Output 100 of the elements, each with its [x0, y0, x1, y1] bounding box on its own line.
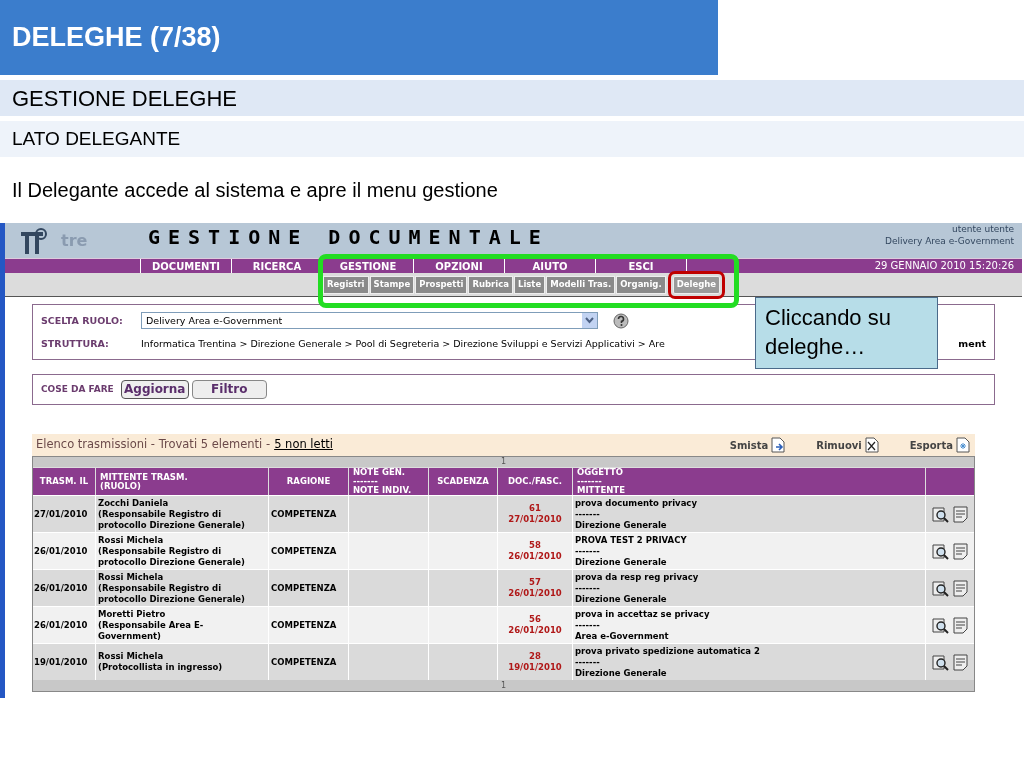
subject: prova privato spedizione automatica 2 [575, 645, 761, 657]
unread-link[interactable]: 5 non letti [274, 436, 333, 454]
submenu-item[interactable]: Organig. [616, 275, 666, 294]
table-row[interactable]: 19/01/2010 Rossi Michela (Protocollista in ingresso) COMPETENZA 28 19/01/2010 prova privato spedizione automatica 2 ------- Direzione Generale [33, 643, 974, 680]
doc-number: 56 [529, 614, 541, 625]
view-document-icon[interactable] [932, 505, 949, 523]
notes-icon[interactable] [953, 653, 968, 671]
role-label: SCELTA RUOLO: [41, 313, 124, 328]
subject: prova in accettaz se privacy [575, 608, 711, 620]
sender-name: Moretti Pietro [98, 608, 167, 620]
submenu-item[interactable]: Modelli Tras. [546, 275, 616, 294]
header-text: ------- [353, 477, 379, 486]
forward-document-icon [770, 437, 787, 453]
header-text: ------- [577, 477, 603, 486]
header-text: NOTE GEN. [353, 468, 407, 477]
sender-office: Area e-Government [575, 630, 670, 642]
toolbar-button[interactable]: Filtro [191, 380, 267, 399]
subject: prova documento privacy [575, 497, 698, 509]
submenu-item[interactable]: Rubrica [468, 275, 513, 294]
table-row[interactable]: 26/01/2010 Rossi Michela (Responsabile Registro di protocollo Direzione Generale) COMPETENZA 58 26/01/2010 PROVA TEST 2 PRIVACY ------- Direzione Generale [33, 532, 974, 569]
sender-office: Direzione Generale [575, 667, 668, 679]
sender-role: (Responsabile Registro di protocollo Direzione Generale) [98, 545, 246, 568]
separator-text: ------- [575, 619, 601, 631]
submenu-item[interactable]: Liste [513, 275, 546, 294]
sender-name: Zocchi Daniela [98, 497, 170, 509]
remove-document-icon [863, 437, 880, 453]
slide-title: DELEGHE (7/38) [12, 21, 221, 55]
header-text: MITTENTE [577, 486, 626, 495]
doc-date: 26/01/2010 [508, 588, 562, 599]
table-cell: 26/01/2010 [34, 582, 88, 594]
header-text: MITTENTE TRASM. [100, 472, 189, 482]
sender-name: Rossi Michela [98, 571, 165, 583]
header-text: SCADENZA [437, 477, 489, 486]
separator-text: ------- [575, 656, 601, 668]
todo-label: COSE DA FARE [41, 382, 114, 396]
section-title: GESTIONE DELEGHE [12, 84, 237, 113]
help-icon[interactable] [613, 312, 629, 329]
subject: prova da resp reg privacy [575, 571, 700, 583]
sender-role: (Responsabile Area E-Government) [98, 619, 205, 642]
toolbar-button[interactable]: Aggiorna [120, 380, 189, 399]
submenu-item[interactable]: Registri [323, 275, 369, 294]
submenu-item[interactable]: Prospetti [415, 275, 468, 294]
doc-number: 28 [529, 651, 541, 662]
structure-label: STRUTTURA: [41, 337, 110, 352]
sender-role: (Responsabile Registro di protocollo Direzione Generale) [98, 582, 246, 605]
slide-text: Il Delegante accede al sistema e apre il menu gestione [12, 178, 498, 203]
header-text: OGGETTO [577, 468, 624, 477]
table-row[interactable]: 26/01/2010 Rossi Michela (Responsabile Registro di protocollo Direzione Generale) COMPETENZA 57 26/01/2010 prova da resp reg privacy ------- Direzione Generale [33, 569, 974, 606]
notes-icon[interactable] [953, 579, 968, 597]
callout-text: Cliccando su deleghe… [765, 305, 891, 359]
sender-office: Direzione Generale [575, 519, 668, 531]
table-row[interactable]: 26/01/2010 Moretti Pietro (Responsabile Area E-Government) COMPETENZA 56 26/01/2010 prova in accettaz se privacy ------- Area e-Government [33, 606, 974, 643]
view-document-icon[interactable] [932, 616, 949, 634]
header-text: TRASM. IL [39, 477, 89, 486]
sender-role: (Responsabile Registro di protocollo Direzione Generale) [98, 508, 246, 531]
structure-path-end: ment [958, 337, 986, 352]
notes-icon[interactable] [953, 542, 968, 560]
separator-text: ------- [575, 545, 601, 557]
table-cell: COMPETENZA [271, 582, 337, 594]
subject: PROVA TEST 2 PRIVACY [575, 534, 688, 546]
view-document-icon[interactable] [932, 653, 949, 671]
list-action[interactable]: Esporta [909, 437, 971, 453]
subsection-title: LATO DELEGANTE [12, 126, 181, 151]
export-document-icon [955, 437, 971, 453]
doc-number: 58 [529, 540, 541, 551]
structure-path: Informatica Trentina > Direzione Generale > Pool di Segreteria > Direzione Sviluppi e Servizi Applicativi > Are [141, 337, 665, 352]
doc-number: 61 [529, 503, 541, 514]
view-document-icon[interactable] [932, 579, 949, 597]
submenu-item[interactable]: Stampe [369, 275, 415, 294]
dropdown-icon [582, 313, 597, 329]
table-cell: COMPETENZA [271, 619, 337, 631]
user-name: utente utente [952, 223, 1014, 235]
doc-date: 26/01/2010 [508, 551, 562, 562]
doc-date: 27/01/2010 [508, 514, 562, 525]
table-cell: COMPETENZA [271, 545, 337, 557]
list-title: Elenco trasmissioni - Trovati 5 elementi - [36, 436, 271, 454]
header-text: NOTE INDIV. [353, 486, 413, 495]
view-document-icon[interactable] [932, 542, 949, 560]
sender-name: Rossi Michela [98, 651, 165, 662]
table-cell: 19/01/2010 [34, 656, 88, 668]
sender-office: Direzione Generale [575, 593, 668, 605]
sender-role: (Protocollista in ingresso) [98, 662, 224, 673]
notes-icon[interactable] [953, 616, 968, 634]
app-title: GESTIONE DOCUMENTALE [148, 224, 549, 251]
page-number: 1 [500, 680, 507, 691]
doc-date: 19/01/2010 [508, 662, 562, 673]
header-text: RAGIONE [286, 477, 331, 486]
page-number: 1 [500, 457, 507, 467]
doc-date: 26/01/2010 [508, 625, 562, 636]
list-action[interactable]: Rimuovi [816, 437, 880, 453]
date-time: 29 GENNAIO 2010 15:20:26 [874, 259, 1014, 273]
header-text: DOC./FASC. [508, 477, 562, 486]
separator-text: ------- [575, 508, 601, 520]
role-select[interactable]: Delivery Area e-Government [141, 312, 598, 330]
notes-icon[interactable] [953, 505, 968, 523]
list-action[interactable]: Smista [729, 437, 787, 453]
table-row[interactable]: 27/01/2010 Zocchi Daniela (Responsabile Registro di protocollo Direzione Generale) COMPETENZA 61 27/01/2010 prova documento privacy ------- Direzione Generale [33, 495, 974, 532]
sender-office: Direzione Generale [575, 556, 668, 568]
user-role: Delivery Area e-Government [884, 235, 1014, 247]
role-value: Delivery Area e-Government [146, 313, 283, 328]
